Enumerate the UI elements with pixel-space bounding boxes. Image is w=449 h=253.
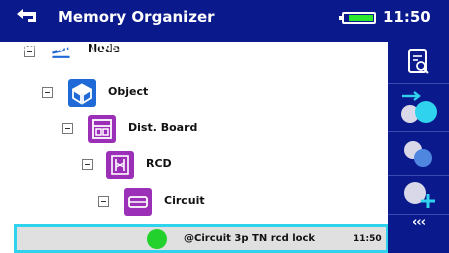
collapse-toggle[interactable] (98, 196, 109, 207)
distribution-board-icon (88, 115, 116, 143)
tree-node-rcd[interactable]: RCD (0, 151, 240, 179)
battery-icon (339, 12, 376, 24)
page-title: Memory Organizer (58, 8, 215, 26)
tree-node-label: Circuit (164, 194, 205, 207)
view-details-icon[interactable] (388, 42, 449, 82)
rcd-icon (106, 151, 134, 179)
start-test-icon[interactable] (388, 84, 449, 130)
tree-node-circuit[interactable]: Circuit (0, 188, 240, 216)
collapse-toggle[interactable] (82, 159, 93, 170)
status-indicator (147, 229, 167, 249)
structure-tree: Node Object Dist. Board RCD Circuit (0, 42, 388, 224)
tree-node-object[interactable]: Object (0, 79, 240, 107)
collapse-toggle[interactable] (62, 123, 73, 134)
battery-level-fill (349, 15, 373, 21)
measurement-time: 11:50 (353, 234, 382, 244)
clock: 11:50 (383, 8, 431, 26)
breadcrumb: Node \ Object \ Dist. Board \ RCD \ Circ… (3, 41, 258, 54)
tree-node-dist-board[interactable]: Dist. Board (0, 115, 240, 143)
measurement-label: @Circuit 3p TN rcd lock (184, 233, 316, 244)
object-cube-icon (68, 79, 96, 107)
tree-node-label: Dist. Board (128, 121, 198, 134)
back-arrow-icon[interactable] (14, 6, 42, 26)
clone-icon[interactable] (388, 132, 449, 174)
collapse-toggle[interactable] (42, 87, 53, 98)
selected-measurement-row[interactable]: @Circuit 3p TN rcd lock 11:50 (14, 224, 389, 253)
title-bar: Memory Organizer 11:50 (0, 0, 449, 42)
tree-node-label: Object (108, 85, 149, 98)
action-sidebar: ‹‹‹ (388, 42, 449, 253)
add-node-icon[interactable] (388, 176, 449, 214)
tree-node-label: RCD (146, 157, 172, 170)
circuit-icon (124, 188, 152, 216)
more-options-button[interactable]: ‹‹‹ (388, 215, 449, 230)
